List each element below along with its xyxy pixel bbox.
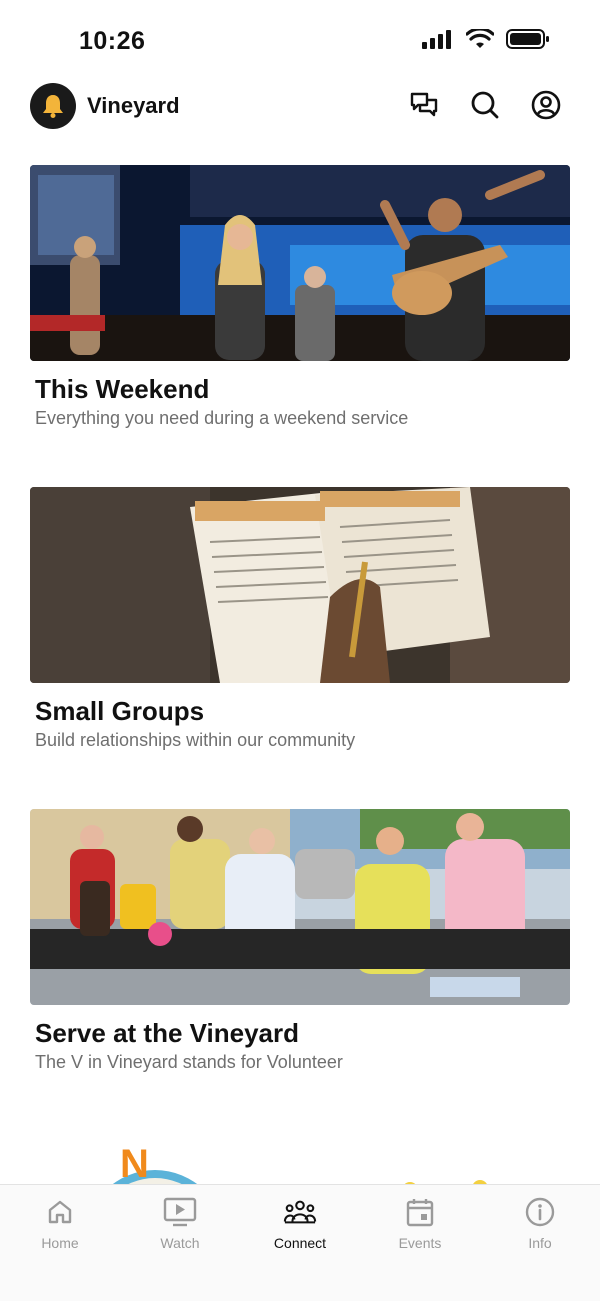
cellular-signal-icon [422,30,451,49]
user-circle-icon [531,90,561,120]
tab-label: Home [41,1235,79,1251]
chat-icon [410,92,438,117]
search-icon [471,91,499,119]
study-book-image [30,487,570,683]
next-card-preview[interactable]: N [30,1130,570,1186]
status-time: 10:26 [79,27,146,55]
tab-home[interactable]: Home [0,1185,120,1275]
card-title: Serve at the Vineyard [35,1018,299,1048]
info-icon [523,1195,557,1229]
card-small-groups[interactable]: Small Groups Build relationships within … [30,487,570,752]
status-bar: 10:26 [0,0,600,80]
volunteers-image [30,809,570,1005]
tab-label: Connect [273,1235,327,1251]
tab-events[interactable]: Events [360,1185,480,1275]
card-serve[interactable]: Serve at the Vineyard The V in Vineyard … [30,809,570,1074]
next-card-image: N [110,1142,488,1186]
bell-icon [43,95,63,118]
tab-connect[interactable]: Connect [240,1185,360,1275]
bottom-tab-bar: Home Watch Connect Events Info [0,1184,600,1301]
battery-icon [506,29,549,49]
app-logo[interactable] [30,83,76,129]
tab-label: Info [528,1235,552,1251]
messages-button[interactable] [407,88,441,122]
tab-label: Events [398,1235,442,1251]
card-subtitle: Everything you need during a weekend ser… [35,408,409,428]
wifi-icon [466,29,494,48]
calendar-icon [403,1195,437,1229]
card-subtitle: Build relationships within our community [35,730,356,750]
worship-band-image [30,165,570,361]
app-title: Vineyard [87,93,180,118]
home-icon [43,1195,77,1229]
card-title: Small Groups [35,696,205,726]
profile-button[interactable] [529,88,563,122]
tab-watch[interactable]: Watch [120,1185,240,1275]
tv-play-icon [163,1195,197,1229]
status-icons [422,28,550,50]
card-title: This Weekend [35,374,210,404]
card-subtitle: The V in Vineyard stands for Volunteer [35,1052,343,1072]
app-header: Vineyard [0,80,600,136]
search-button[interactable] [468,88,502,122]
tab-label: Watch [160,1235,200,1251]
next-card-logo-letter: N [120,1142,149,1186]
tab-info[interactable]: Info [480,1185,600,1275]
card-this-weekend[interactable]: This Weekend Everything you need during … [30,165,570,430]
people-icon [283,1195,317,1229]
